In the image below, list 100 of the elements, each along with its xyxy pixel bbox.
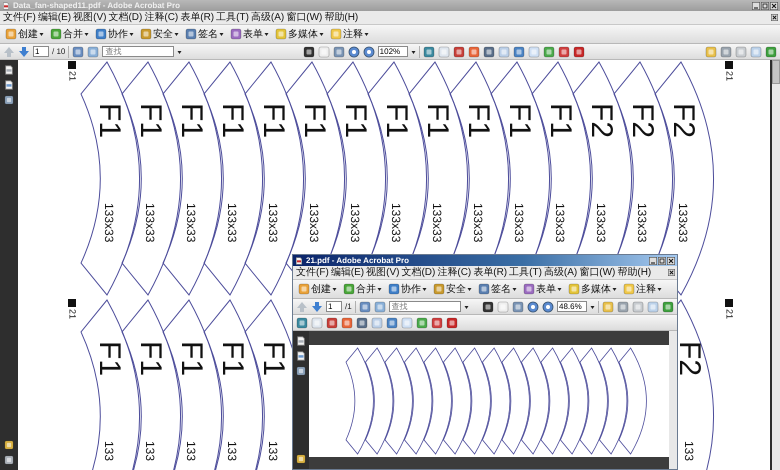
menu-item[interactable]: 窗口(W) [578,266,616,278]
toolbar-button[interactable]: 安全 [431,281,474,297]
shape-code-label: F1 [135,103,165,140]
dimension-label: 133x33 [677,203,689,242]
menu-item[interactable]: 视图(V) [365,266,400,278]
shape-code-label: F1 [217,341,247,378]
menu-item[interactable]: 编辑(E) [36,12,72,24]
toolbar-button[interactable]: 注释 [621,281,664,297]
toolbar-button[interactable]: 表单 [521,281,564,297]
menu-item[interactable]: 工具(T) [508,266,543,278]
page-number-field[interactable]: 1 [326,301,342,312]
toolbar-button[interactable]: 协作 [93,26,136,42]
menu-item[interactable]: 注释(C) [436,266,472,278]
toolbar-button[interactable]: 创建 [3,26,46,42]
zoom-field[interactable]: 102% [378,46,408,57]
dimension-label: 133 [144,441,156,462]
menu-item[interactable]: 注释(C) [143,12,180,24]
dimension-label: 133x33 [308,203,320,242]
shape-code-label: F2 [668,103,698,140]
toolbar-button[interactable]: 安全 [138,26,181,42]
dimension-label: 133 [103,441,115,462]
window-title: Data_fan-shaped11.pdf - Adobe Acrobat Pro [13,1,180,10]
menu-item[interactable]: 表单(R) [472,266,508,278]
dimension-label: 133x33 [185,203,197,242]
dimension-label: 133x33 [636,203,648,242]
dimension-label: 133x33 [144,203,156,242]
close-icon[interactable] [771,14,778,21]
page-number-label: 21 [68,71,76,82]
page-number-field[interactable]: 1 [33,46,49,57]
toolbar-button[interactable]: 协作 [386,281,429,297]
square-mark [68,61,76,69]
window-title: 21.pdf - Adobe Acrobat Pro [306,256,409,265]
menu-item[interactable]: 文件(F) [2,12,37,24]
toolbar-button[interactable]: 合并 [341,281,384,297]
shape-code-label: F1 [422,103,452,140]
dimension-label: 133x33 [226,203,238,242]
scrollbar[interactable] [669,331,677,469]
dimension-label: 133 [267,441,279,462]
menu-item[interactable]: 文件(F) [295,266,330,278]
shape-code-label: F1 [176,103,206,140]
toolbar-button[interactable]: 表单 [228,26,271,42]
shape-code-label: F1 [258,103,288,140]
search-field[interactable]: 查找 [102,46,174,57]
shape-code-label: F1 [504,103,534,140]
dimension-label: 133x33 [554,203,566,242]
search-field[interactable]: 查找 [388,301,461,312]
down-arrow-icon[interactable] [311,300,323,312]
dimension-label: 133x33 [431,203,443,242]
square-mark [725,299,733,307]
shape-code-label: F1 [217,103,247,140]
shape-code-label: F1 [299,103,329,140]
bookmark-icon[interactable] [4,80,14,90]
maximize-button[interactable] [658,256,666,264]
dimension-label: 133x33 [103,203,115,242]
page-count: /1 [345,302,352,311]
menu-item[interactable]: 帮助(H) [323,12,360,24]
toolbar-button[interactable]: 多媒体 [566,281,619,297]
page-count: / 10 [52,47,66,56]
toolbar-button[interactable]: 多媒体 [273,26,326,42]
menu-item[interactable]: 文档(D) [400,266,436,278]
page-number-label: 21 [724,309,734,320]
menu-item[interactable]: 编辑(E) [330,266,366,278]
shape-code-label: F1 [176,341,206,378]
menu-item[interactable]: 帮助(H) [616,266,652,278]
menu-item[interactable]: 工具(T) [215,12,250,24]
dimension-label: 133x33 [513,203,525,242]
shape-code-label: F1 [381,103,411,140]
menu-item[interactable]: 文档(D) [107,12,144,24]
zoom-field[interactable]: 48.6% [557,301,587,312]
down-arrow-icon[interactable] [18,46,30,58]
dimension-label: 133x33 [267,203,279,242]
menu-item[interactable]: 窗口(W) [285,12,324,24]
toolbar-button[interactable]: 合并 [48,26,91,42]
shape-code-label: F1 [135,341,165,378]
menu-item[interactable]: 高级(A) [250,12,286,24]
square-mark [68,299,76,307]
bookmark-icon[interactable] [296,351,306,361]
square-mark [725,61,733,69]
shape-code-label: F1 [545,103,575,140]
minimize-button[interactable] [649,256,657,264]
close-button[interactable] [667,256,675,264]
dimension-label: 133x33 [349,203,361,242]
shape-code-label: F1 [340,103,370,140]
dimension-label: 133x33 [472,203,484,242]
scroll-thumb[interactable] [772,60,780,84]
toolbar-button[interactable]: 创建 [296,281,339,297]
dimension-label: 133x33 [595,203,607,242]
toolbar-button[interactable]: 注释 [328,26,371,42]
close-icon[interactable] [668,269,675,276]
scrollbar[interactable] [772,60,780,470]
page-number-label: 21 [724,71,734,82]
toolbar-button[interactable]: 签名 [476,281,519,297]
page-number-label: 21 [68,309,76,320]
menu-item[interactable]: 高级(A) [542,266,578,278]
toolbar-button[interactable]: 签名 [183,26,226,42]
dimension-label: 133x33 [390,203,402,242]
menu-item[interactable]: 视图(V) [72,12,108,24]
shape-code-label: F1 [258,341,288,378]
menu-item[interactable]: 表单(R) [179,12,216,24]
shape-code-label: F1 [94,341,124,378]
